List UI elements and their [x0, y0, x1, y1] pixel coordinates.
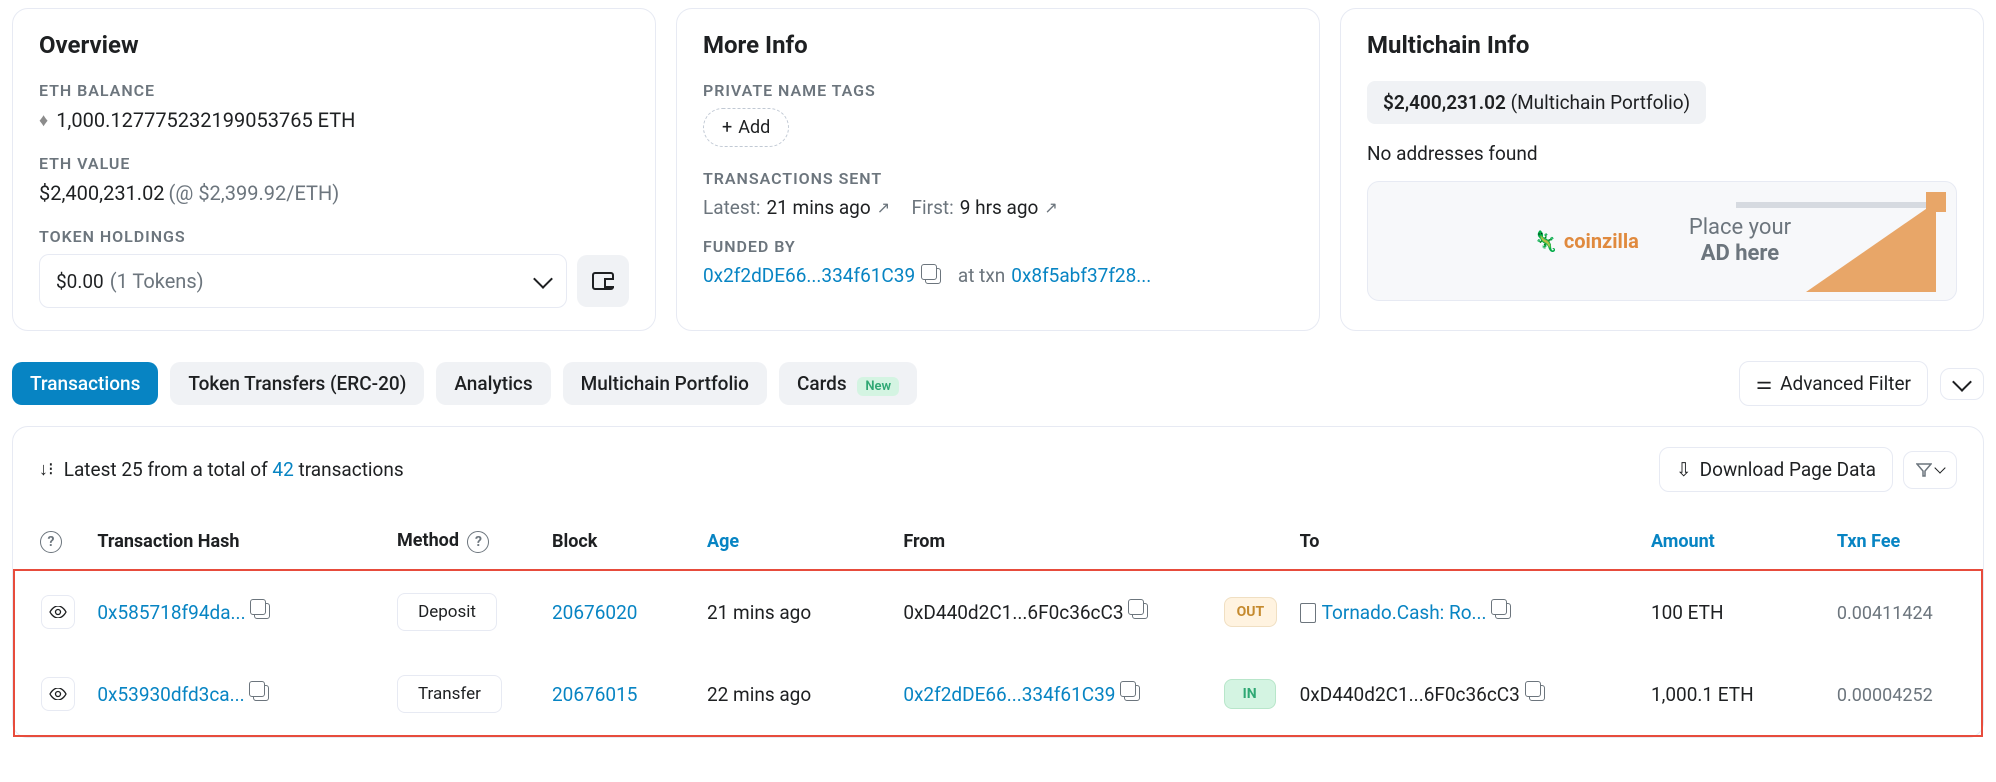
- eth-balance-value: ♦ 1,000.127775232199053765 ETH: [39, 108, 629, 132]
- method-pill: Transfer: [397, 675, 502, 713]
- funnel-icon: [1916, 462, 1932, 478]
- tab-token-transfers[interactable]: Token Transfers (ERC-20): [170, 362, 424, 405]
- ad-text: Place your AD here: [1689, 215, 1791, 268]
- to-address: 0xD440d2C1...6F0c36cC3: [1300, 683, 1520, 706]
- copy-icon[interactable]: [253, 685, 269, 701]
- overview-card: Overview ETH BALANCE ♦ 1,000.12777523219…: [12, 8, 656, 331]
- col-method: Method ?: [387, 514, 542, 570]
- col-hash: Transaction Hash: [87, 514, 387, 570]
- col-block: Block: [542, 514, 697, 570]
- transactions-table-section: ↓⁝ Latest 25 from a total of 42 transact…: [12, 426, 1984, 738]
- tx-sent-values: Latest: 21 mins ago ↗ First: 9 hrs ago ↗: [703, 196, 1293, 219]
- more-info-title: More Info: [703, 31, 1293, 59]
- amount-value: 1,000.1 ETH: [1641, 653, 1827, 736]
- chevron-down-icon: [1934, 462, 1945, 473]
- coinzilla-logo: 🦎coinzilla: [1533, 229, 1639, 253]
- token-holdings-label: TOKEN HOLDINGS: [39, 227, 629, 246]
- download-page-data-button[interactable]: ⇩ Download Page Data: [1659, 447, 1893, 492]
- chevron-down-icon: [533, 269, 553, 289]
- wallet-button[interactable]: [577, 255, 629, 307]
- eth-diamond-icon: ♦: [39, 110, 48, 131]
- tabs-row: Transactions Token Transfers (ERC-20) An…: [0, 331, 1996, 406]
- fee-value: 0.00004252: [1837, 685, 1933, 706]
- eth-value: $2,400,231.02 (@ $2,399.92/ETH): [39, 181, 629, 205]
- download-icon: ⇩: [1676, 458, 1692, 481]
- add-tag-button[interactable]: + Add: [703, 108, 789, 147]
- age-value: 21 mins ago: [697, 570, 893, 653]
- funded-by-label: FUNDED BY: [703, 237, 1293, 256]
- eye-icon: [49, 606, 67, 618]
- more-info-card: More Info PRIVATE NAME TAGS + Add TRANSA…: [676, 8, 1320, 331]
- col-from: From: [893, 514, 1213, 570]
- column-filter-button[interactable]: [1903, 451, 1957, 489]
- tab-transactions[interactable]: Transactions: [12, 362, 158, 405]
- eye-icon: [49, 688, 67, 700]
- table-summary: Latest 25 from a total of 42 transaction…: [64, 458, 404, 481]
- multichain-title: Multichain Info: [1367, 31, 1957, 59]
- block-link[interactable]: 20676015: [552, 683, 637, 706]
- private-tags-label: PRIVATE NAME TAGS: [703, 81, 1293, 100]
- tx-hash-link[interactable]: 0x53930dfd3ca...: [97, 683, 244, 706]
- funded-by-txn-link[interactable]: 0x8f5abf37f28...: [1011, 264, 1151, 287]
- from-address: 0xD440d2C1...6F0c36cC3: [903, 601, 1123, 624]
- view-details-button[interactable]: [41, 595, 75, 629]
- tab-analytics[interactable]: Analytics: [436, 362, 550, 405]
- age-value: 22 mins ago: [697, 653, 893, 736]
- multichain-card: Multichain Info $2,400,231.02 (Multichai…: [1340, 8, 1984, 331]
- tx-hash-link[interactable]: 0x585718f94da...: [97, 601, 245, 624]
- filter-sliders-icon: ⚌: [1756, 373, 1772, 394]
- funded-by-value: 0x2f2dDE66...334f61C39 at txn 0x8f5abf37…: [703, 264, 1293, 287]
- col-amount[interactable]: Amount: [1641, 514, 1827, 570]
- col-fee[interactable]: Txn Fee: [1827, 514, 1982, 570]
- copy-icon[interactable]: [1124, 685, 1140, 701]
- table-row: 0x585718f94da... Deposit 20676020 21 min…: [14, 570, 1982, 653]
- total-tx-link[interactable]: 42: [272, 458, 293, 481]
- eth-value-label: ETH VALUE: [39, 154, 629, 173]
- eth-balance-label: ETH BALANCE: [39, 81, 629, 100]
- no-addresses-text: No addresses found: [1367, 142, 1957, 165]
- multichain-portfolio-pill[interactable]: $2,400,231.02 (Multichain Portfolio): [1367, 81, 1706, 124]
- copy-icon[interactable]: [254, 603, 270, 619]
- copy-icon[interactable]: [925, 268, 941, 284]
- document-icon: [1300, 603, 1316, 623]
- new-badge: New: [857, 377, 899, 396]
- tx-sent-label: TRANSACTIONS SENT: [703, 169, 1293, 188]
- table-row: 0x53930dfd3ca... Transfer 20676015 22 mi…: [14, 653, 1982, 736]
- token-holdings-dropdown[interactable]: $0.00 (1 Tokens): [39, 254, 567, 308]
- advanced-filter-button[interactable]: ⚌ Advanced Filter: [1739, 361, 1928, 406]
- arrow-out-icon[interactable]: ↗: [877, 198, 890, 217]
- from-address[interactable]: 0x2f2dDE66...334f61C39: [903, 683, 1115, 706]
- method-pill: Deposit: [397, 593, 497, 631]
- fee-value: 0.00411424: [1837, 603, 1933, 624]
- view-details-button[interactable]: [41, 677, 75, 711]
- wallet-icon: [592, 272, 614, 290]
- chevron-down-icon: [1952, 372, 1972, 392]
- block-link[interactable]: 20676020: [552, 601, 637, 624]
- funded-by-address-link[interactable]: 0x2f2dDE66...334f61C39: [703, 264, 915, 287]
- help-icon[interactable]: ?: [40, 531, 62, 553]
- advanced-filter-chevron[interactable]: [1940, 368, 1984, 400]
- help-icon[interactable]: ?: [467, 531, 489, 553]
- direction-badge: IN: [1224, 679, 1276, 709]
- direction-badge: OUT: [1224, 597, 1278, 627]
- sort-icon[interactable]: ↓⁝: [39, 459, 54, 480]
- ad-banner[interactable]: 🦎coinzilla Place your AD here: [1367, 181, 1957, 301]
- to-address[interactable]: Tornado.Cash: Ro...: [1322, 601, 1487, 624]
- plus-icon: +: [722, 117, 732, 138]
- copy-icon[interactable]: [1132, 603, 1148, 619]
- transactions-table: ? Transaction Hash Method ? Block Age Fr…: [13, 514, 1983, 737]
- col-age[interactable]: Age: [697, 514, 893, 570]
- copy-icon[interactable]: [1529, 685, 1545, 701]
- amount-value: 100 ETH: [1641, 570, 1827, 653]
- copy-icon[interactable]: [1495, 603, 1511, 619]
- tab-cards[interactable]: Cards New: [779, 362, 917, 405]
- tab-multichain-portfolio[interactable]: Multichain Portfolio: [563, 362, 767, 405]
- arrow-out-icon[interactable]: ↗: [1044, 198, 1057, 217]
- col-to: To: [1290, 514, 1641, 570]
- overview-title: Overview: [39, 31, 629, 59]
